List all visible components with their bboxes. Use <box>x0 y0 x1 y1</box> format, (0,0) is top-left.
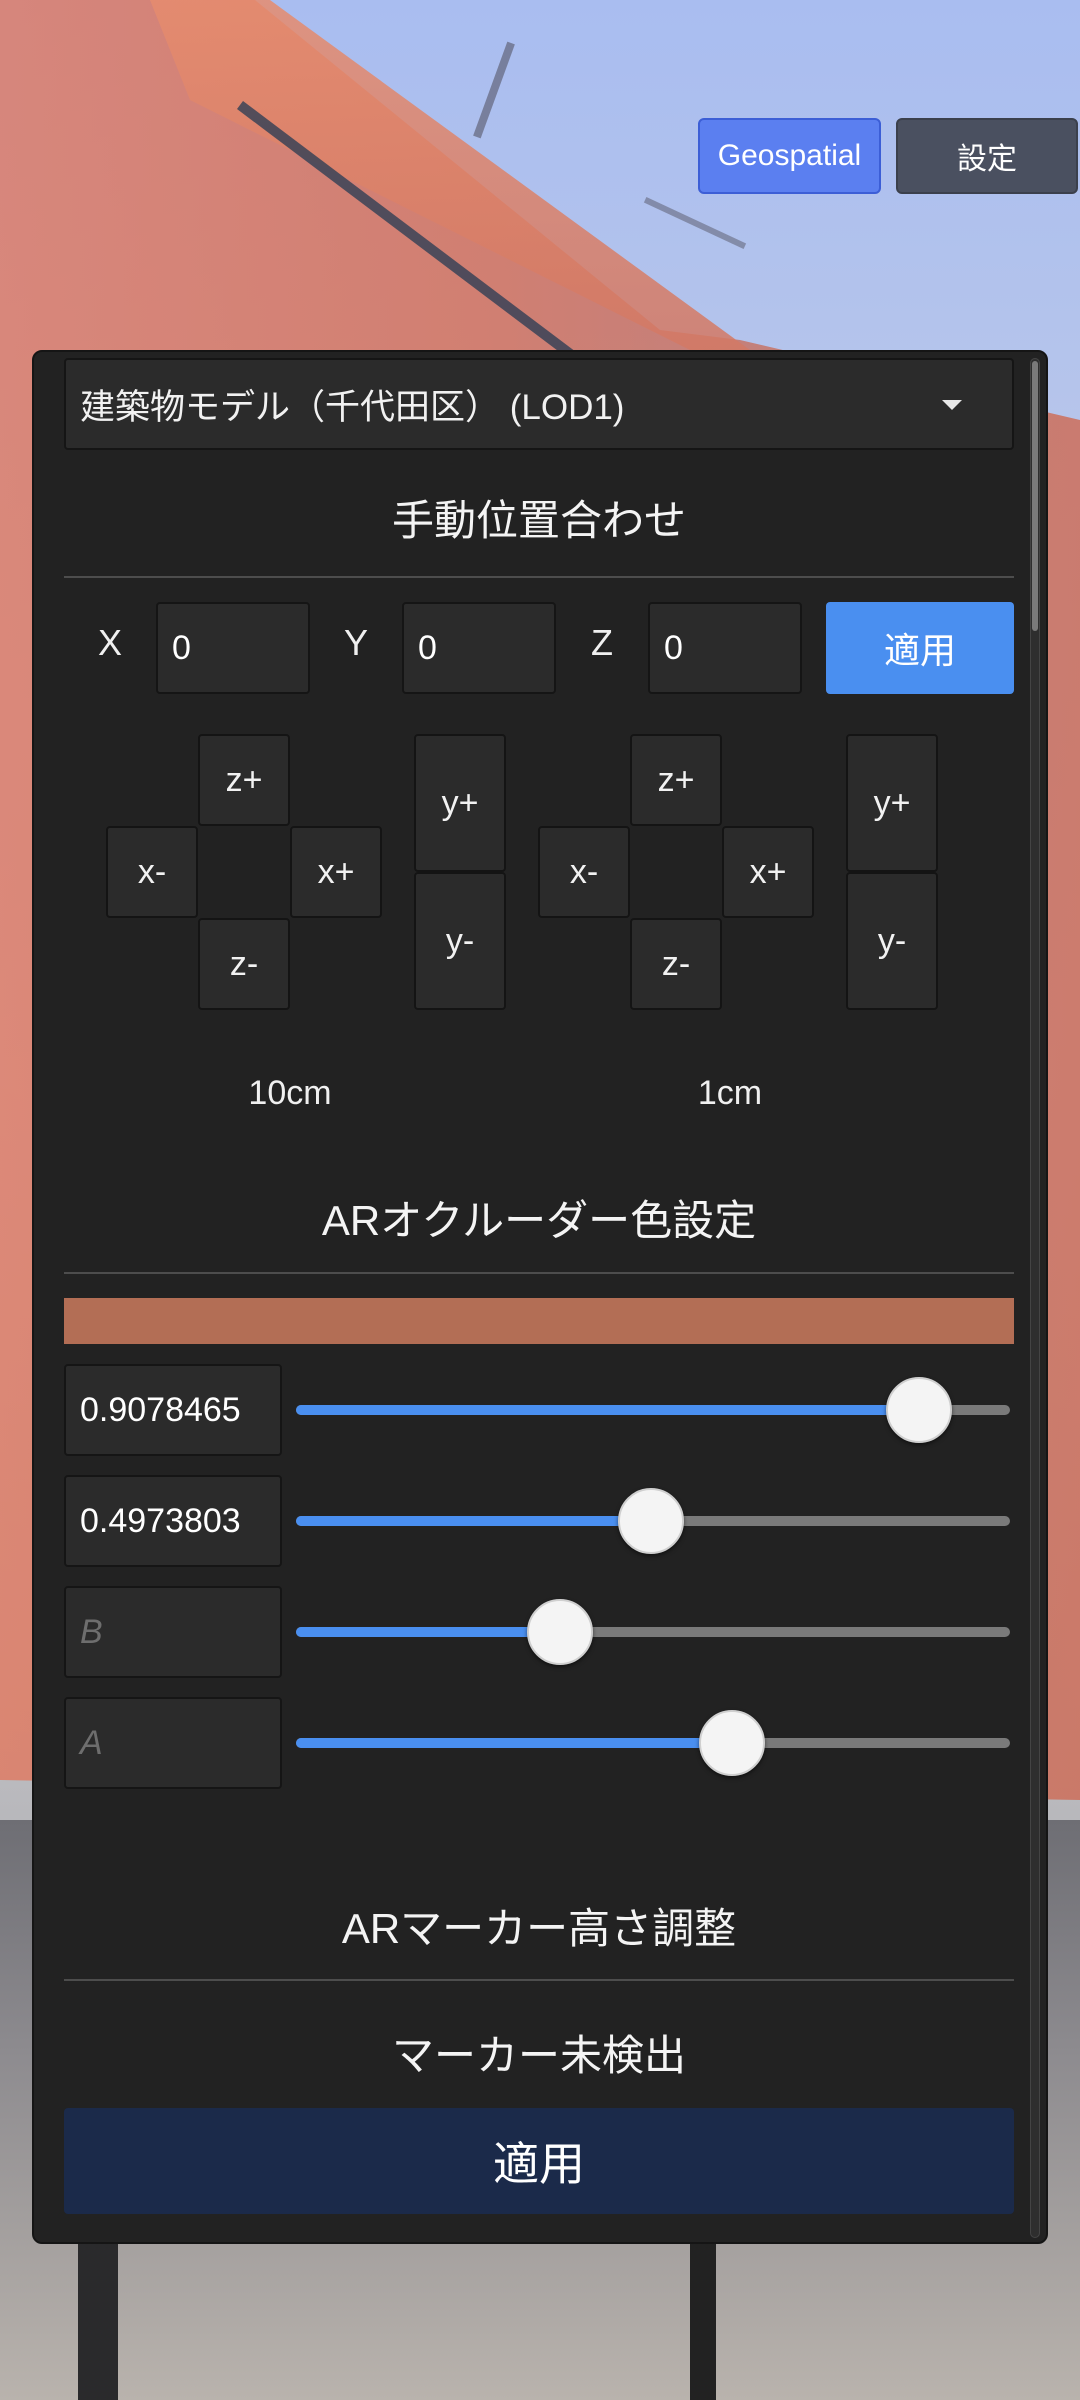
y-minus-1cm-button[interactable]: y- <box>846 872 938 1010</box>
b-channel-slider[interactable] <box>296 1597 1010 1667</box>
model-select-value: 建築物モデル（千代田区） (LOD1) <box>80 387 625 427</box>
a-channel-slider[interactable] <box>296 1708 1010 1778</box>
control-panel: 建築物モデル（千代田区） (LOD1) 手動位置合わせ X 0 Y 0 Z 0 … <box>32 350 1048 2244</box>
r-channel-input[interactable]: 0.9078465 <box>64 1364 282 1456</box>
x-plus-1cm-button[interactable]: x+ <box>722 826 814 918</box>
apply-marker-button[interactable]: 適用 <box>64 2108 1014 2214</box>
y-plus-1cm-button[interactable]: y+ <box>846 734 938 872</box>
divider <box>64 1979 1014 1981</box>
apply-offset-button[interactable]: 適用 <box>826 602 1014 694</box>
y-input[interactable]: 0 <box>402 602 556 694</box>
scrollbar[interactable] <box>1030 358 1040 2238</box>
scrollbar-thumb[interactable] <box>1032 361 1038 631</box>
marker-height-title: ARマーカー高さ調整 <box>341 1905 737 1952</box>
z-minus-1cm-button[interactable]: z- <box>630 918 722 1010</box>
x-label: X <box>97 622 122 663</box>
x-plus-10cm-button[interactable]: x+ <box>290 826 382 918</box>
g-channel-input[interactable]: 0.4973803 <box>64 1475 282 1567</box>
y-label: Y <box>343 622 368 663</box>
a-channel-input[interactable]: A <box>64 1697 282 1789</box>
y-plus-10cm-button[interactable]: y+ <box>414 734 506 872</box>
z-plus-10cm-button[interactable]: z+ <box>198 734 290 826</box>
x-minus-1cm-button[interactable]: x- <box>538 826 630 918</box>
r-channel-slider[interactable] <box>296 1375 1010 1445</box>
slider-thumb[interactable] <box>698 1710 765 1776</box>
marker-status: マーカー未検出 <box>391 2032 686 2079</box>
slider-thumb[interactable] <box>527 1599 594 1665</box>
b-channel-input[interactable]: B <box>64 1586 282 1678</box>
z-input[interactable]: 0 <box>648 602 802 694</box>
color-preview-swatch <box>64 1298 1014 1344</box>
z-label: Z <box>591 622 613 663</box>
divider <box>64 1272 1014 1274</box>
caret-down-icon <box>942 400 962 410</box>
z-minus-10cm-button[interactable]: z- <box>198 918 290 1010</box>
slider-thumb[interactable] <box>886 1377 953 1443</box>
manual-alignment-title: 手動位置合わせ <box>391 497 686 544</box>
settings-button[interactable]: 設定 <box>896 118 1078 194</box>
slider-fill <box>296 1405 920 1415</box>
geospatial-button[interactable]: Geospatial <box>698 118 881 194</box>
x-input[interactable]: 0 <box>156 602 310 694</box>
divider <box>64 576 1014 578</box>
g-channel-slider[interactable] <box>296 1486 1010 1556</box>
slider-fill <box>296 1516 651 1526</box>
occluder-color-title: ARオクルーダー色設定 <box>321 1197 757 1244</box>
y-minus-10cm-button[interactable]: y- <box>414 872 506 1010</box>
model-select[interactable]: 建築物モデル（千代田区） (LOD1) <box>64 358 1014 450</box>
x-minus-10cm-button[interactable]: x- <box>106 826 198 918</box>
slider-fill <box>296 1627 561 1637</box>
z-plus-1cm-button[interactable]: z+ <box>630 734 722 826</box>
slider-fill <box>296 1738 732 1748</box>
step-10cm-label: 10cm <box>248 1074 332 1112</box>
slider-thumb[interactable] <box>617 1488 684 1554</box>
step-1cm-label: 1cm <box>697 1074 763 1112</box>
